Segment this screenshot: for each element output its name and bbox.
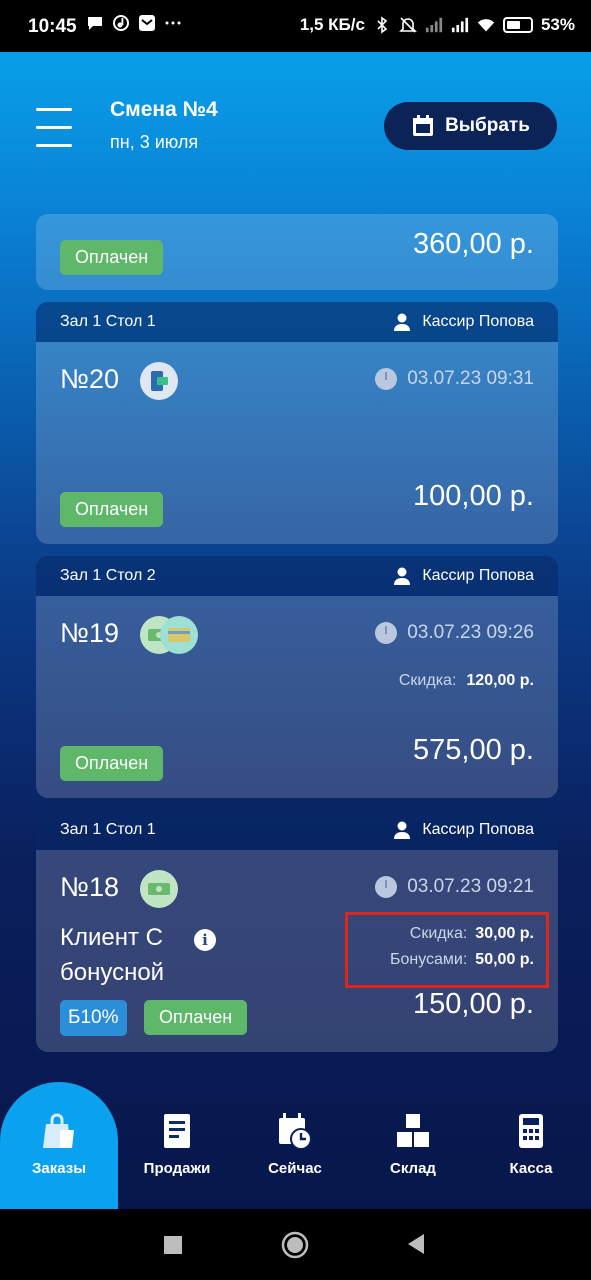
paid-status-badge: Оплачен — [60, 746, 164, 781]
bluetooth-icon — [377, 16, 388, 34]
shift-title: Смена №4 — [110, 98, 218, 121]
notification-icons — [86, 14, 182, 32]
discount-value: 30,00 р. — [475, 925, 534, 942]
order-datetime: 03.07.23 09:26 — [375, 622, 534, 644]
status-bar: 10:45 1,5 КБ/с 53% — [0, 0, 591, 52]
bonus-label: Бонусами: — [389, 951, 468, 968]
discount-value: 120,00 р. — [466, 672, 534, 689]
calendar-icon — [413, 115, 434, 136]
order-datetime-text: 03.07.23 09:21 — [407, 876, 534, 897]
boxes-icon — [397, 1114, 429, 1147]
mute-icon — [399, 17, 417, 33]
nav-label: Сейчас — [268, 1160, 322, 1177]
clock-icon — [375, 622, 398, 644]
cashier: Кассир Попова — [394, 567, 534, 585]
order-card-header: Зал 1 Стол 2 Кассир Попова — [36, 556, 558, 596]
nav-tab-warehouse[interactable]: Склад — [354, 1112, 472, 1177]
paid-status-badge: Оплачен — [60, 240, 164, 275]
card-icon — [160, 616, 198, 654]
cashier-name: Кассир Попова — [422, 567, 534, 584]
signal-icon — [451, 17, 469, 33]
order-amount: 100,00 р. — [413, 480, 534, 512]
status-right: 1,5 КБ/с 53% — [300, 15, 575, 35]
paid-status-badge: Оплачен — [144, 1000, 248, 1035]
choose-shift-button[interactable]: Выбрать — [384, 102, 557, 150]
nav-tab-now[interactable]: Сейчас — [236, 1112, 354, 1177]
tiktok-icon — [113, 15, 129, 31]
nav-tab-orders[interactable]: Заказы — [0, 1112, 118, 1177]
shift-date: пн, 3 июля — [110, 132, 199, 152]
bonus-value: 50,00 р. — [475, 951, 534, 968]
receipt-icon — [164, 1114, 190, 1148]
nav-tab-sales[interactable]: Продажи — [118, 1112, 236, 1177]
nav-label: Касса — [509, 1160, 553, 1177]
paid-status-badge: Оплачен — [60, 492, 164, 527]
wifi-icon — [477, 19, 495, 32]
order-card[interactable]: Зал 1 Стол 1 Кассир Попова №20 03.07.23 … — [36, 302, 558, 544]
clock-icon — [375, 368, 398, 390]
order-datetime-text: 03.07.23 09:26 — [407, 622, 534, 643]
nav-label: Заказы — [31, 1160, 87, 1177]
table-location: Зал 1 Стол 2 — [60, 567, 156, 584]
cash-register-icon — [519, 1114, 543, 1148]
order-card-header: Зал 1 Стол 1 Кассир Попова — [36, 302, 558, 342]
nav-label: Склад — [390, 1160, 436, 1177]
mobile-payment-icon — [140, 362, 178, 400]
order-amount: 360,00 р. — [413, 228, 534, 260]
discount-highlight-box: Скидка: 30,00 р. Бонусами: 50,00 р. — [345, 912, 549, 988]
order-number: №19 — [60, 618, 119, 648]
order-card[interactable]: Оплачен 360,00 р. — [36, 214, 558, 290]
discount-line: Скидка: 30,00 р. — [410, 925, 534, 943]
order-card[interactable]: Зал 1 Стол 2 Кассир Попова №19 03.07.23 … — [36, 556, 558, 798]
choose-shift-label: Выбрать — [445, 115, 530, 136]
bottom-navigation: Заказы Продажи Сейчас Склад Касса — [0, 1082, 591, 1209]
person-icon — [394, 567, 411, 585]
shopping-bag-icon — [43, 1113, 74, 1148]
back-button-icon[interactable] — [406, 1233, 426, 1255]
hamburger-menu-icon[interactable] — [36, 108, 72, 148]
more-icon — [165, 21, 181, 25]
discount-label: Скидка: — [409, 925, 468, 942]
system-navigation-bar — [0, 1209, 591, 1280]
discount-line: Скидка: 120,00 р. — [399, 672, 534, 690]
battery-icon — [502, 17, 533, 33]
discount-label: Скидка: — [398, 672, 457, 689]
person-icon — [394, 821, 411, 839]
bonus-badge: Б10% — [60, 1000, 127, 1036]
order-number: №18 — [60, 872, 119, 902]
person-icon — [394, 313, 411, 331]
nav-label: Продажи — [143, 1160, 211, 1177]
home-button-icon[interactable] — [281, 1231, 309, 1259]
chat-icon — [88, 17, 102, 30]
cashier: Кассир Попова — [394, 313, 534, 331]
bonus-line: Бонусами: 50,00 р. — [390, 951, 534, 969]
cashier: Кассир Попова — [394, 821, 534, 839]
client-name: Клиент С бонусной — [60, 924, 165, 986]
order-card-header: Зал 1 Стол 1 Кассир Попова — [36, 810, 558, 850]
order-number: №20 — [60, 364, 119, 394]
calendar-clock-icon — [279, 1113, 312, 1150]
table-location: Зал 1 Стол 1 — [60, 313, 156, 330]
order-datetime-text: 03.07.23 09:31 — [407, 368, 534, 389]
status-time: 10:45 — [28, 16, 77, 37]
network-speed: 1,5 КБ/с — [299, 15, 365, 34]
cashier-name: Кассир Попова — [422, 821, 534, 838]
order-datetime: 03.07.23 09:31 — [375, 368, 534, 390]
order-amount: 150,00 р. — [413, 988, 534, 1020]
cashier-name: Кассир Попова — [422, 313, 534, 330]
cash-icon — [140, 870, 178, 908]
clock-icon — [375, 876, 398, 898]
signal-icon — [425, 17, 443, 33]
order-datetime: 03.07.23 09:21 — [375, 876, 534, 898]
battery-percent: 53% — [540, 15, 575, 34]
order-card[interactable]: Зал 1 Стол 1 Кассир Попова №18 03.07.23 … — [36, 810, 558, 1052]
orders-screen: Смена №4 пн, 3 июля Выбрать Оплачен 360,… — [0, 52, 591, 1209]
info-icon[interactable]: i — [194, 929, 216, 951]
order-amount: 575,00 р. — [413, 734, 534, 766]
nav-tab-cash[interactable]: Касса — [472, 1112, 590, 1177]
recents-button-icon[interactable] — [163, 1235, 183, 1255]
mail-icon — [139, 15, 155, 31]
table-location: Зал 1 Стол 1 — [60, 821, 156, 838]
